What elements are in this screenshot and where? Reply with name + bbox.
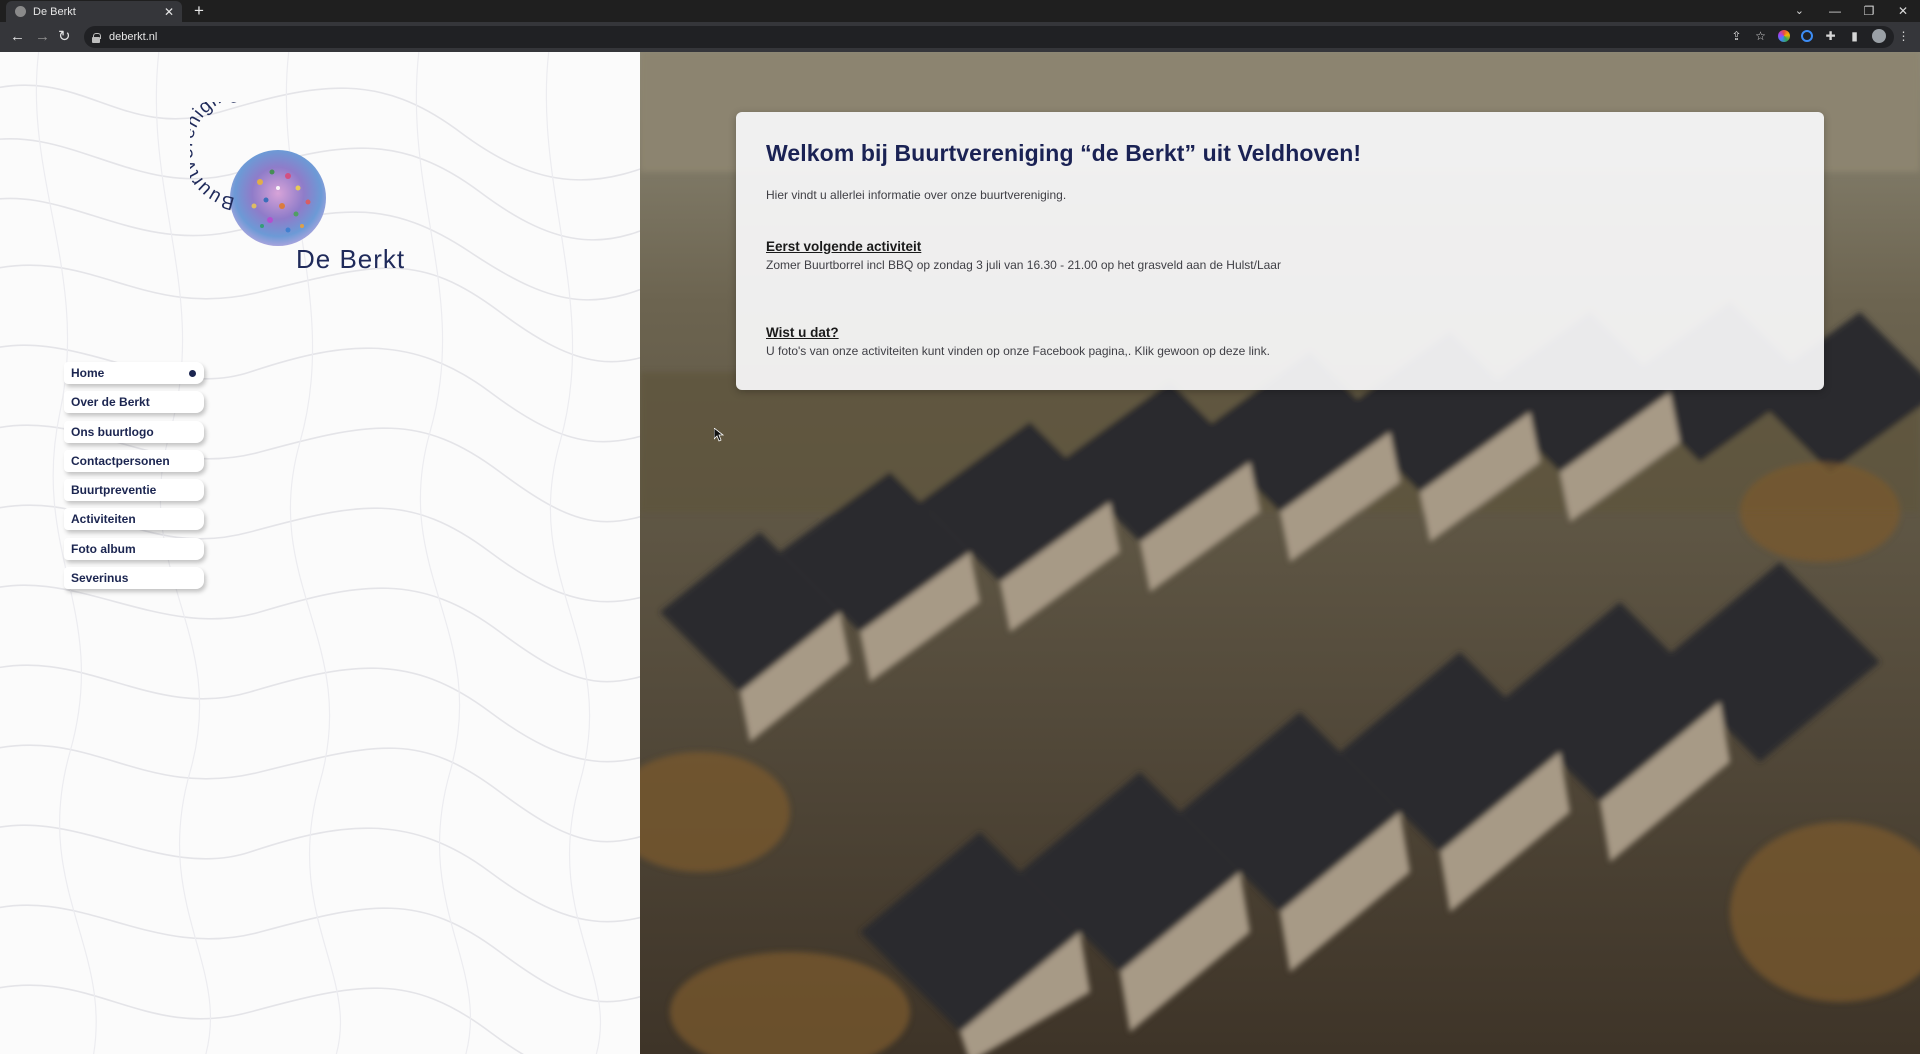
back-button[interactable]: ← (10, 28, 25, 46)
extension-toolbar: ⇪ ☆ ✚ ▮ ⋮ (1730, 28, 1910, 44)
nav-item-over-de-berkt[interactable]: Over de Berkt (64, 391, 204, 414)
nav-item-label: Over de Berkt (71, 395, 150, 410)
nav-item-label: Foto album (71, 541, 136, 556)
share-icon[interactable]: ⇪ (1730, 28, 1743, 44)
page-title: Welkom bij Buurtvereniging “de Berkt” ui… (766, 140, 1362, 166)
logo-name: De Berkt (296, 244, 405, 274)
extensions-puzzle-icon[interactable]: ✚ (1824, 28, 1837, 44)
url-text[interactable]: deberkt.nl (109, 31, 157, 43)
blue-extension-icon[interactable] (1801, 30, 1813, 42)
did-you-know-heading: Wist u dat? (766, 325, 839, 340)
tab-title: De Berkt (33, 5, 76, 18)
intro-text: Hier vindt u allerlei informatie over on… (766, 188, 1067, 202)
nav-item-home[interactable]: Home (64, 362, 204, 384)
nav-item-label: Ons buurtlogo (71, 424, 154, 439)
address-bar[interactable]: deberkt.nl (84, 26, 1894, 48)
lock-icon[interactable] (92, 32, 101, 43)
main-navigation: Home Over de Berkt Ons buurtlogo Contact… (64, 362, 204, 596)
next-activity-text: Zomer Buurtborrel incl BBQ op zondag 3 j… (766, 258, 1281, 272)
close-window-button[interactable]: ✕ (1886, 2, 1920, 20)
browser-tab[interactable]: De Berkt ✕ (6, 1, 182, 22)
browser-toolbar: ← → ↻ deberkt.nl ⇪ ☆ ✚ ▮ ⋮ (0, 22, 1920, 52)
logo-graphic: Buurtvereniging De Berkt (176, 82, 405, 274)
welcome-card: Welkom bij Buurtvereniging “de Berkt” ui… (736, 112, 1824, 390)
browser-tab-strip: De Berkt ✕ + ⌄ — ❐ ✕ (0, 0, 1920, 22)
bookmark-star-icon[interactable]: ☆ (1754, 28, 1767, 44)
nav-item-buurtpreventie[interactable]: Buurtpreventie (64, 479, 204, 502)
new-tab-button[interactable]: + (194, 2, 204, 20)
nav-item-label: Contactpersonen (71, 453, 170, 468)
side-panel-icon[interactable]: ▮ (1848, 28, 1861, 44)
minimize-button[interactable]: — (1818, 2, 1852, 20)
web-page: Buurtvereniging De Berkt Home Over de Be… (0, 52, 1920, 1054)
nav-item-foto-album[interactable]: Foto album (64, 537, 204, 560)
browser-menu-icon[interactable]: ⋮ (1897, 28, 1910, 44)
tab-search-icon[interactable]: ⌄ (1795, 2, 1804, 20)
next-activity-heading: Eerst volgende activiteit (766, 239, 922, 254)
tab-close-icon[interactable]: ✕ (162, 5, 176, 19)
mouse-cursor-icon (714, 428, 724, 442)
nav-item-label: Activiteiten (71, 512, 136, 527)
hero-background-image: Welkom bij Buurtvereniging “de Berkt” ui… (640, 52, 1920, 1054)
active-indicator-icon (189, 370, 196, 377)
profile-avatar-icon[interactable] (1872, 29, 1886, 43)
sidebar: Buurtvereniging De Berkt Home Over de Be… (0, 52, 640, 1054)
nav-item-severinus[interactable]: Severinus (64, 567, 204, 590)
site-favicon-icon (15, 6, 26, 17)
nav-item-label: Home (71, 366, 105, 380)
window-controls: — ❐ ✕ (1818, 2, 1920, 20)
nav-item-label: Buurtpreventie (71, 483, 157, 498)
nav-item-ons-buurtlogo[interactable]: Ons buurtlogo (64, 420, 204, 443)
nav-item-activiteiten[interactable]: Activiteiten (64, 508, 204, 531)
confetti-circle-icon (230, 150, 326, 246)
nav-item-contactpersonen[interactable]: Contactpersonen (64, 449, 204, 472)
site-logo[interactable]: Buurtvereniging De Berkt (176, 82, 450, 282)
color-extension-icon[interactable] (1778, 30, 1790, 42)
nav-item-label: Severinus (71, 571, 129, 586)
forward-button[interactable]: → (35, 28, 50, 46)
restore-button[interactable]: ❐ (1852, 2, 1886, 20)
logo-arc-text: Buurtvereniging (190, 102, 241, 213)
did-you-know-text[interactable]: U foto's van onze activiteiten kunt vind… (766, 343, 1794, 359)
reload-button[interactable]: ↻ (58, 28, 71, 46)
